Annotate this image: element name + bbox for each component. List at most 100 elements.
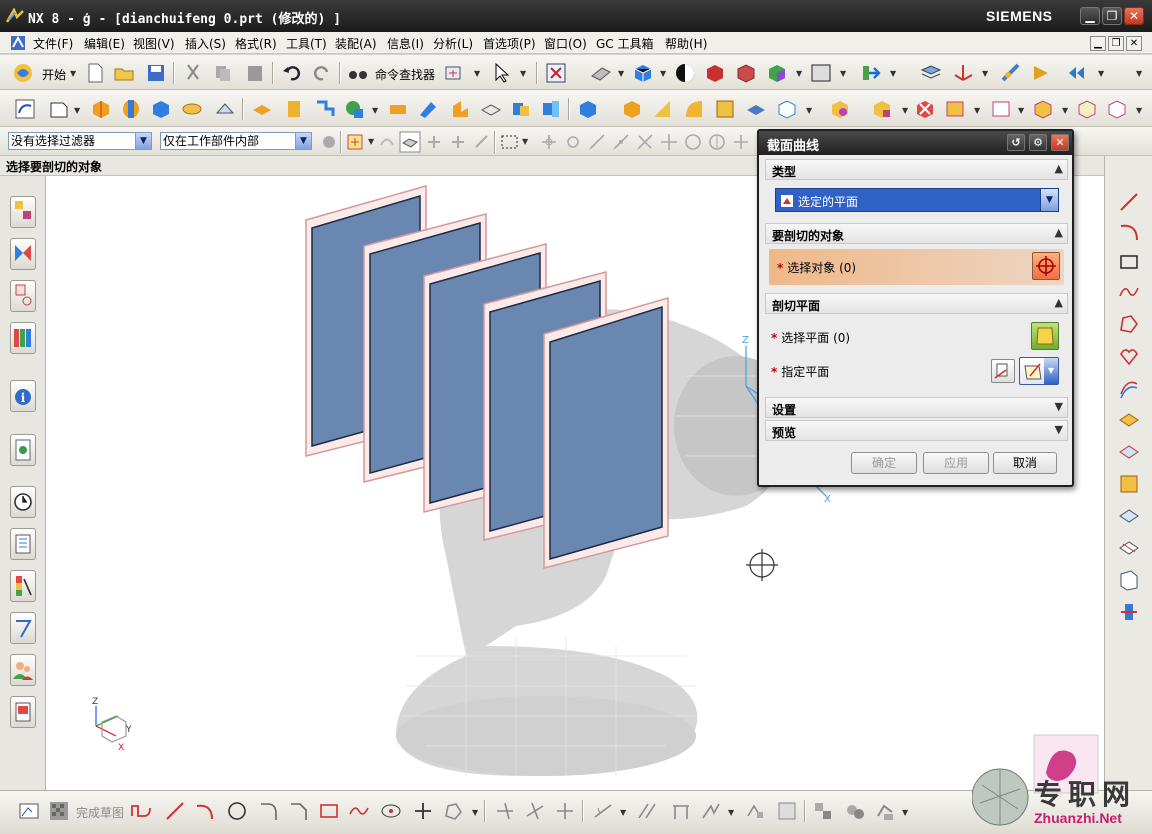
view-orient-icon[interactable] <box>443 62 465 84</box>
chevron-down-icon[interactable]: ▼ <box>660 70 668 78</box>
chevron-down-icon[interactable]: ▼ <box>982 70 990 78</box>
studio-spline-icon[interactable] <box>1117 280 1141 304</box>
chevron-down-icon[interactable]: ▼ <box>372 107 380 115</box>
close-button[interactable]: ✕ <box>1124 7 1144 25</box>
system-materials-button[interactable] <box>10 528 36 560</box>
offset-sketch-icon[interactable] <box>592 800 614 822</box>
chevron-down-icon[interactable]: ▼ <box>522 138 530 146</box>
dialog-close-button[interactable]: ✕ <box>1051 134 1069 151</box>
sketch-rectangle-icon[interactable] <box>318 800 340 822</box>
hd3d-tools-button[interactable]: i <box>10 380 36 412</box>
plus-icon[interactable] <box>412 800 434 822</box>
chevron-down-icon[interactable]: ▼ <box>618 70 626 78</box>
binoculars-icon[interactable] <box>347 62 369 84</box>
cut-icon[interactable] <box>182 62 204 84</box>
stack-layers-icon[interactable] <box>920 62 942 84</box>
new-file-icon[interactable] <box>84 62 106 84</box>
menu-tools[interactable]: 工具(T) <box>286 35 327 52</box>
chevron-down-icon[interactable]: ▼ <box>1062 107 1070 115</box>
menu-window[interactable]: 窗口(O) <box>544 35 587 52</box>
analysis-tool-icon[interactable] <box>1000 62 1022 84</box>
intersect-curve-icon[interactable] <box>1117 440 1141 464</box>
replace-face-icon[interactable] <box>1032 98 1054 120</box>
sketch-icon[interactable] <box>14 98 36 120</box>
group-type[interactable]: 类型 ▲ <box>765 159 1068 180</box>
chevron-down-icon[interactable]: ▼ <box>620 809 628 817</box>
gear-icon[interactable]: ⚙ <box>1029 134 1047 151</box>
wcs-icon[interactable] <box>952 62 974 84</box>
offset-curve-icon[interactable] <box>1117 376 1141 400</box>
draft-icon[interactable] <box>651 98 673 120</box>
assembly-filter-icon[interactable] <box>318 131 340 153</box>
select-plane-button[interactable] <box>1031 322 1059 350</box>
background-toggle-icon[interactable] <box>674 62 696 84</box>
arc-icon[interactable] <box>1117 220 1141 244</box>
chevron-down-icon[interactable]: ▼ <box>472 809 480 817</box>
cylinder-icon[interactable] <box>181 98 203 120</box>
reuse-library-button[interactable] <box>10 322 36 354</box>
sketch-settings-icon[interactable] <box>874 800 896 822</box>
line-icon[interactable] <box>1117 190 1141 214</box>
menu-view[interactable]: 视图(V) <box>133 35 175 52</box>
pocket-icon[interactable] <box>314 98 336 120</box>
ok-button[interactable]: 确定 <box>851 452 917 474</box>
group-settings[interactable]: 设置 ▼ <box>765 397 1068 418</box>
menu-format[interactable]: 格式(R) <box>235 35 277 52</box>
menu-edit[interactable]: 编辑(E) <box>84 35 125 52</box>
sketch-line-icon[interactable] <box>164 800 186 822</box>
unite-icon[interactable] <box>510 98 532 120</box>
project-curve-icon[interactable] <box>1117 408 1141 432</box>
shaded-cube-icon[interactable] <box>632 62 654 84</box>
general-filter-icon[interactable] <box>345 131 367 153</box>
polygon-icon[interactable] <box>1117 312 1141 336</box>
select-object-row[interactable]: * 选择对象 (0) <box>769 249 1064 285</box>
chevron-down-icon[interactable]: ▼ <box>902 809 910 817</box>
app-menu-icon[interactable] <box>10 35 26 51</box>
menu-assembly[interactable]: 装配(A) <box>335 35 377 52</box>
delete-face-icon[interactable] <box>1076 98 1098 120</box>
toolbar-overflow-icon[interactable]: ▼ <box>1136 70 1144 78</box>
shell-icon[interactable] <box>683 98 705 120</box>
circle-icon[interactable] <box>226 800 248 822</box>
subtract-icon[interactable] <box>540 98 562 120</box>
scale-body-icon[interactable] <box>914 98 936 120</box>
chevron-down-icon[interactable]: ▼ <box>728 809 736 817</box>
doc-close-icon[interactable]: ✕ <box>1126 36 1142 51</box>
patch-icon[interactable] <box>990 98 1012 120</box>
cube-grid-icon[interactable] <box>735 62 757 84</box>
synchronous-icon[interactable] <box>1106 98 1128 120</box>
constraint-navigator-button[interactable] <box>10 238 36 270</box>
revolve-icon[interactable] <box>120 98 142 120</box>
move-object-icon[interactable] <box>860 62 882 84</box>
chamfer-sketch-icon[interactable] <box>288 800 310 822</box>
wrap-curve-icon[interactable] <box>1117 600 1141 624</box>
maximize-button[interactable]: ❐ <box>1102 7 1122 25</box>
mirror-icon[interactable] <box>776 98 798 120</box>
cancel-button[interactable]: 取消 <box>993 452 1057 474</box>
open-folder-icon[interactable] <box>113 62 135 84</box>
manufacturing-wizard-button[interactable] <box>10 612 36 644</box>
system-scenes-button[interactable] <box>10 696 36 728</box>
point-icon[interactable] <box>380 800 402 822</box>
cube-colors-icon[interactable] <box>766 62 788 84</box>
redo-icon[interactable] <box>311 62 333 84</box>
inferred-plane-dropdown[interactable]: ▼ <box>1019 357 1059 385</box>
assembly-navigator-button[interactable] <box>10 196 36 228</box>
chevron-down-icon[interactable]: ▼ <box>974 107 982 115</box>
menu-analysis[interactable]: 分析(L) <box>433 35 473 52</box>
chevron-down-icon[interactable]: ▼ <box>1098 70 1106 78</box>
quick-trim-icon[interactable] <box>494 800 516 822</box>
groove-icon[interactable] <box>417 98 439 120</box>
split-body-icon[interactable] <box>745 98 767 120</box>
sew-icon[interactable] <box>944 98 966 120</box>
sphere-icon[interactable] <box>214 98 236 120</box>
part-navigator-button[interactable] <box>10 280 36 312</box>
slot-icon[interactable] <box>387 98 409 120</box>
chevron-down-icon[interactable]: ▼ <box>890 70 898 78</box>
rectangle-icon[interactable] <box>1117 250 1141 274</box>
offset-face-icon[interactable] <box>871 98 893 120</box>
rectangle-select-icon[interactable] <box>499 131 521 153</box>
doc-restore-icon[interactable]: ❐ <box>1108 36 1124 51</box>
menu-preferences[interactable]: 首选项(P) <box>483 35 536 52</box>
bridge-curve-icon[interactable] <box>1117 536 1141 560</box>
